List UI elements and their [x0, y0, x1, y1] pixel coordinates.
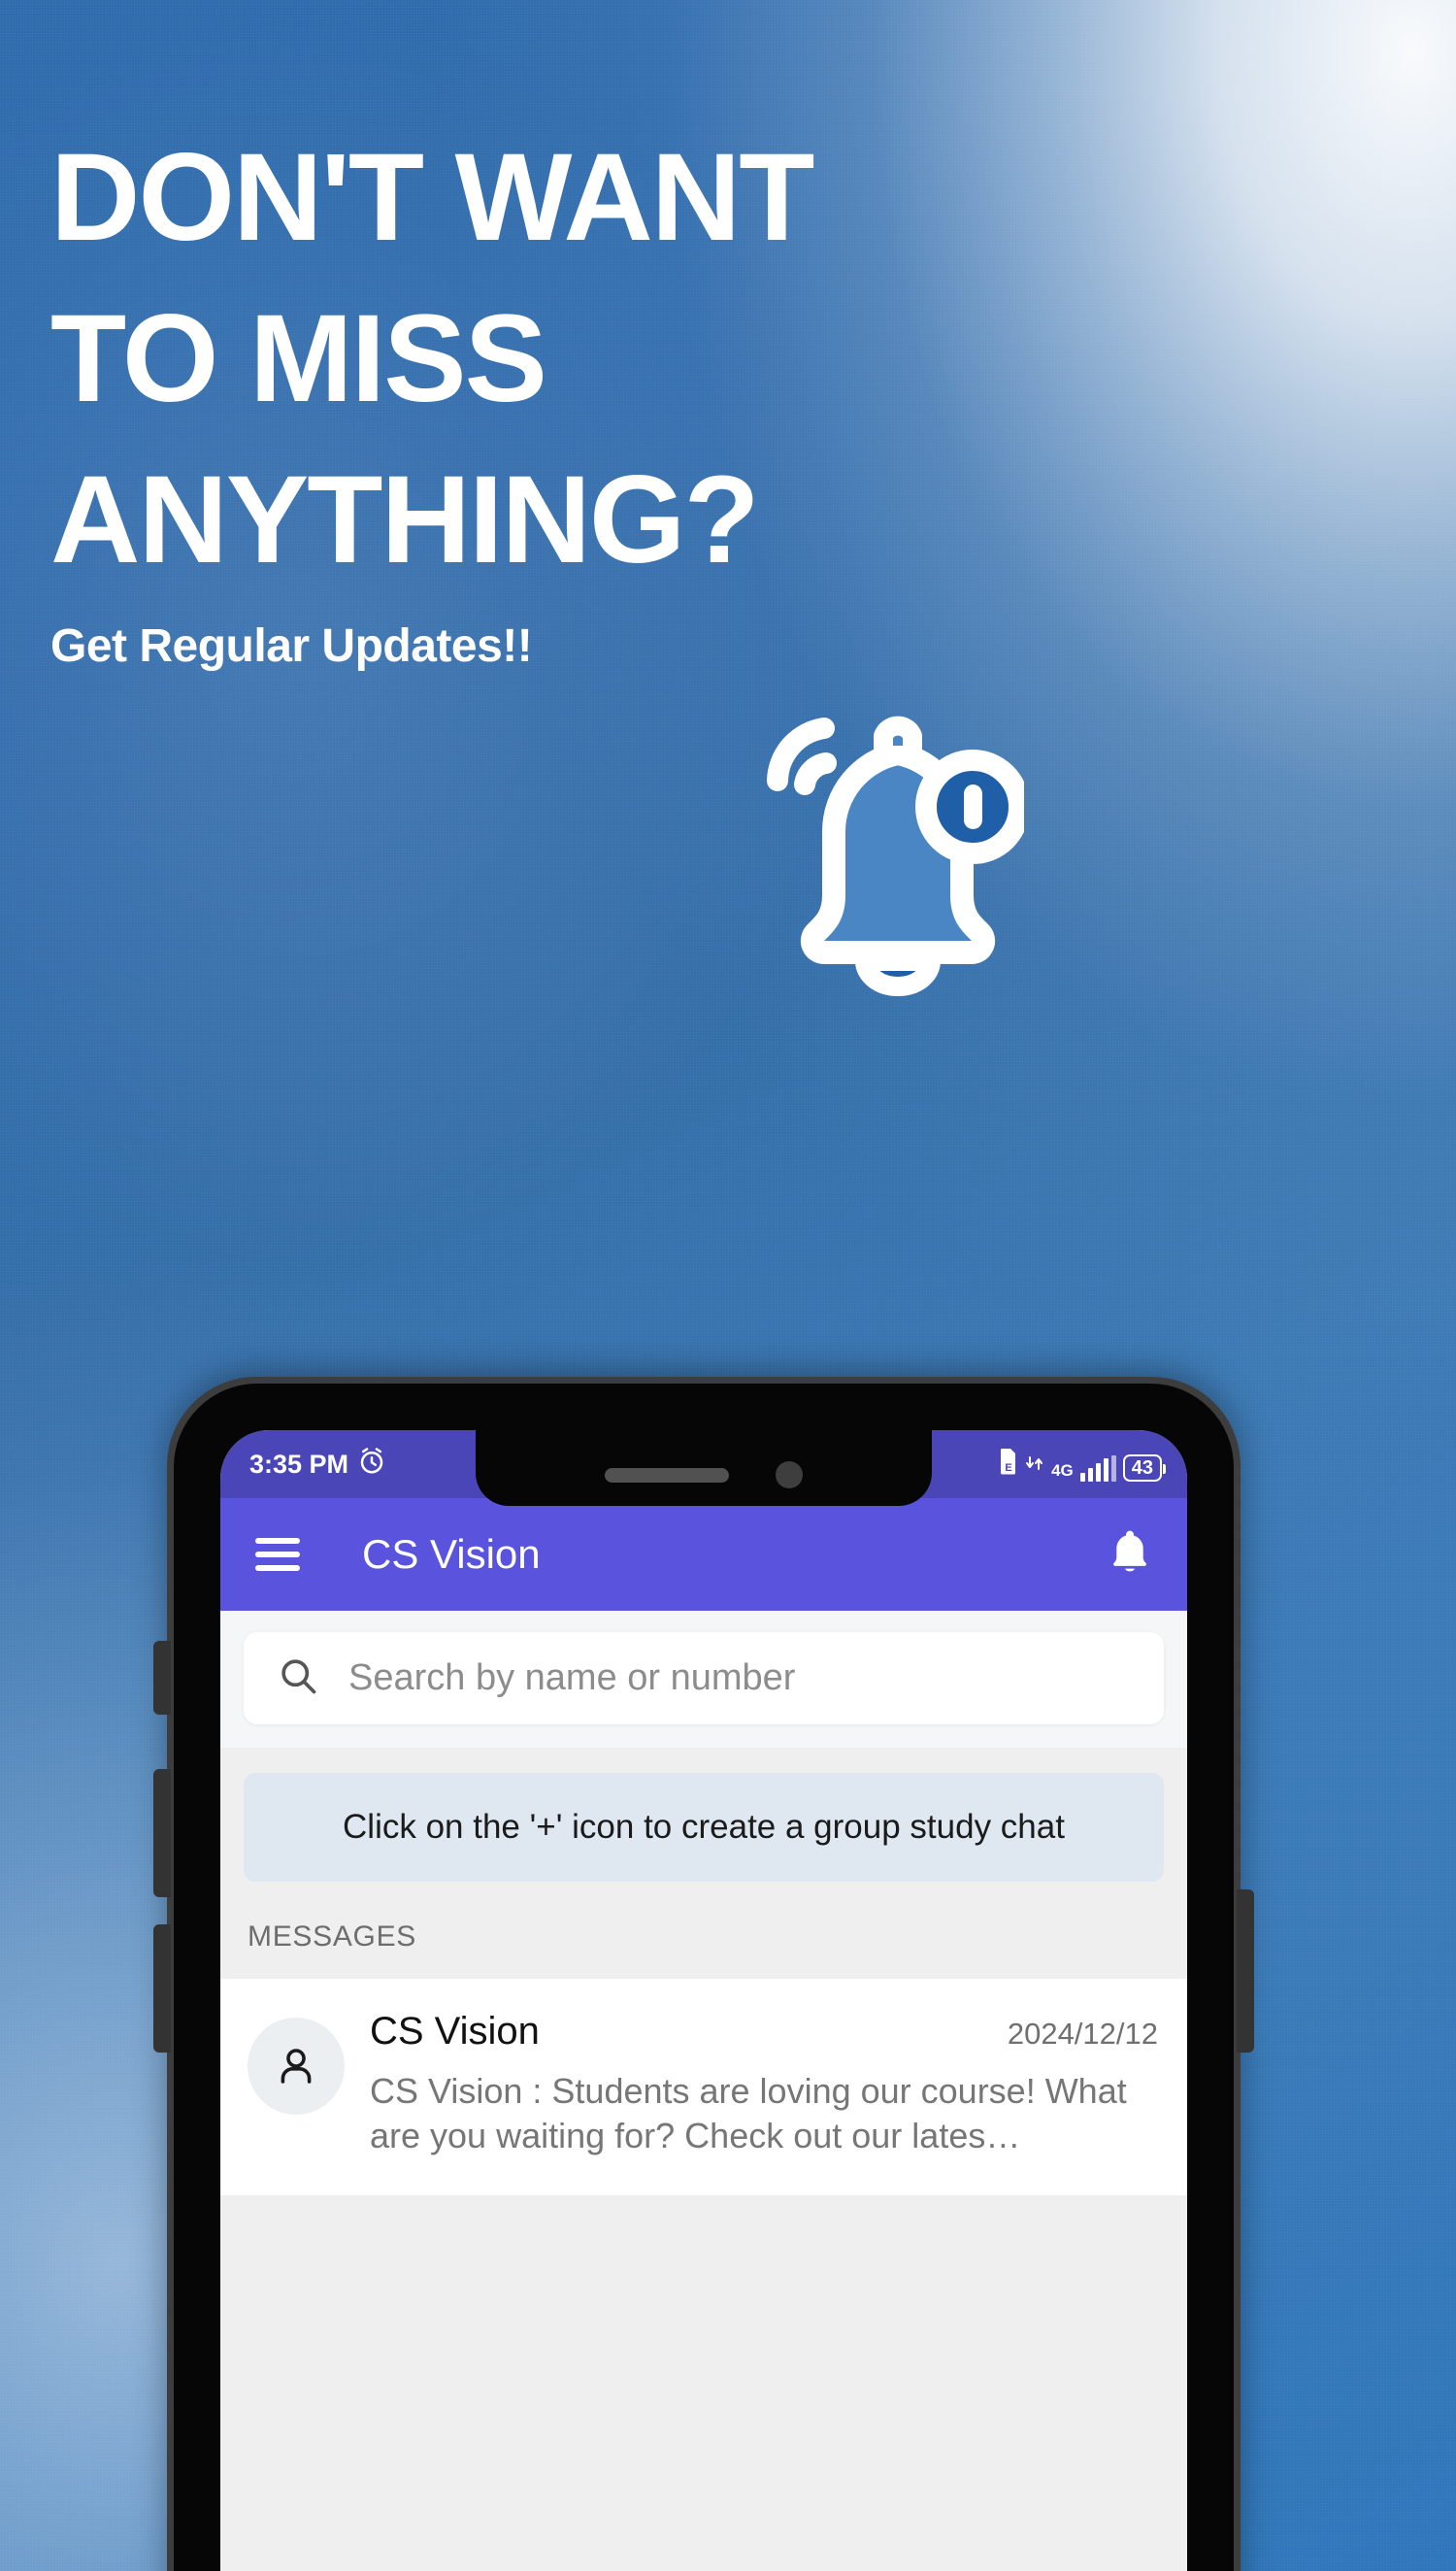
banner-text: Click on the '+' icon to create a group …: [343, 1808, 1065, 1846]
status-time: 3:35 PM: [249, 1449, 349, 1479]
status-bar-right: E 4G 43: [999, 1448, 1167, 1482]
data-transfer-icon: [1025, 1452, 1044, 1482]
svg-text:E: E: [1005, 1462, 1011, 1474]
volume-down-button[interactable]: [153, 1924, 171, 2053]
status-bar-left: 3:35 PM: [249, 1447, 386, 1483]
content-area: Click on the '+' icon to create a group …: [220, 1773, 1187, 2517]
front-camera-lens: [776, 1461, 803, 1488]
network-type-label: 4G: [1051, 1460, 1074, 1480]
page-title: CS Vision: [362, 1531, 541, 1577]
bell-notification-icon: [733, 680, 1030, 1029]
bell-icon[interactable]: [1106, 1526, 1154, 1584]
battery-indicator: 43: [1122, 1453, 1167, 1482]
search-placeholder: Search by name or number: [348, 1657, 796, 1698]
hamburger-menu-icon[interactable]: [255, 1538, 300, 1571]
battery-level-label: 43: [1131, 1456, 1153, 1479]
promo-hero: DON'T WANT TO MISS ANYTHING? Get Regular…: [50, 136, 1118, 673]
headline-line-1: DON'T WANT: [50, 128, 814, 267]
headline-line-3: ANYTHING?: [50, 451, 760, 589]
speaker-grille: [605, 1467, 729, 1483]
mute-switch[interactable]: [153, 1641, 171, 1715]
list-item-header: CS Vision 2024/12/12: [370, 2010, 1158, 2053]
search-icon: [277, 1654, 319, 1702]
group-chat-hint-banner[interactable]: Click on the '+' icon to create a group …: [244, 1773, 1164, 1882]
contact-name: CS Vision: [370, 2010, 540, 2053]
search-input[interactable]: Search by name or number: [244, 1632, 1164, 1724]
alarm-clock-icon: [357, 1447, 386, 1483]
message-date: 2024/12/12: [1007, 2017, 1158, 2051]
phone-notch: [476, 1430, 932, 1506]
subheadline: Get Regular Updates!!: [50, 620, 533, 672]
empty-list-area: [220, 2195, 1187, 2517]
sim-card-icon: E: [999, 1448, 1018, 1482]
headline-line-2: TO MISS: [50, 289, 547, 428]
avatar: [248, 2018, 345, 2115]
signal-bars-icon: [1079, 1454, 1116, 1482]
phone-bezel: 3:35 PM E 4G 43 CS Vision Search by name…: [174, 1384, 1234, 2571]
list-item-body: CS Vision 2024/12/12 CS Vision : Student…: [370, 2010, 1158, 2158]
power-button[interactable]: [1237, 1889, 1254, 2053]
search-section: Search by name or number: [220, 1611, 1187, 1748]
phone-mockup: 3:35 PM E 4G 43 CS Vision Search by name…: [153, 1377, 1254, 2571]
message-preview: CS Vision : Students are loving our cour…: [370, 2071, 1127, 2156]
list-item[interactable]: CS Vision 2024/12/12 CS Vision : Student…: [220, 1979, 1187, 2196]
phone-screen: 3:35 PM E 4G 43 CS Vision Search by name…: [220, 1430, 1187, 2571]
messages-section-label: MESSAGES: [248, 1920, 416, 1953]
app-bar: CS Vision: [220, 1498, 1187, 1611]
volume-up-button[interactable]: [153, 1769, 171, 1897]
